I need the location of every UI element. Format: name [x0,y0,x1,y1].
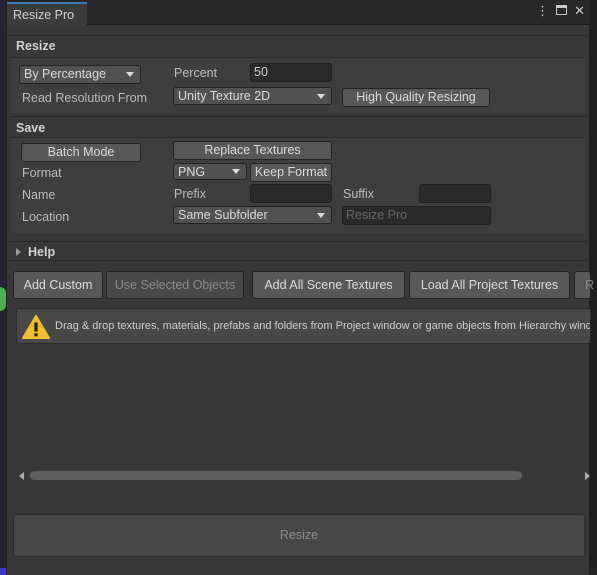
location-dropdown[interactable]: Same Subfolder [173,206,332,224]
chevron-down-icon [317,94,325,99]
read-resolution-label: Read Resolution From [22,91,148,105]
suffix-input[interactable] [419,184,491,203]
help-foldout[interactable]: Help [10,241,588,261]
drag-drop-info-box: Drag & drop textures, materials, prefabs… [16,308,591,344]
tab-bar: Resize Pro ⋮ ✕ [7,0,589,25]
scroll-right-icon[interactable] [585,472,590,480]
prefix-label: Prefix [174,187,206,201]
resize-mode-value: By Percentage [24,67,106,81]
warning-icon [22,315,50,339]
load-all-project-textures-button[interactable]: Load All Project Textures [409,271,570,299]
resize-section-header: Resize [10,36,588,56]
percent-label: Percent [174,66,218,80]
resize-pro-window: Resize Pro ⋮ ✕ Resize By Percentage Perc… [6,0,594,575]
replace-textures-button[interactable]: Replace Textures [173,141,332,160]
resize-mode-dropdown[interactable]: By Percentage [19,65,141,84]
close-icon[interactable]: ✕ [574,4,585,18]
scroll-left-icon[interactable] [19,472,24,480]
location-label: Location [22,210,70,224]
save-section-header: Save [10,118,588,138]
format-value: PNG [178,165,206,179]
horizontal-scrollbar[interactable] [16,469,591,483]
maximize-icon[interactable] [556,4,568,18]
overflow-button[interactable]: R [574,271,594,299]
suffix-label: Suffix [343,187,375,201]
read-resolution-value: Unity Texture 2D [178,89,271,103]
keep-format-button[interactable]: Keep Format [250,163,332,182]
chevron-down-icon [317,213,325,218]
folder-name-input: Resize Pro [342,206,491,225]
resize-button: Resize [13,514,585,557]
window-controls: ⋮ ✕ [536,4,585,18]
use-selected-objects-button: Use Selected Objects [106,271,244,299]
add-all-scene-textures-button[interactable]: Add All Scene Textures [252,271,405,299]
format-label: Format [22,166,62,180]
tab-resize-pro[interactable]: Resize Pro [7,2,87,25]
add-custom-button[interactable]: Add Custom [13,271,103,299]
percent-input[interactable]: 50 [250,63,332,82]
save-section-title: Save [16,121,46,135]
foldout-arrow-icon [16,248,21,256]
kebab-menu-icon[interactable]: ⋮ [536,4,549,18]
read-resolution-dropdown[interactable]: Unity Texture 2D [173,87,332,105]
resize-section-title: Resize [16,39,56,53]
name-label: Name [22,188,56,202]
high-quality-resizing-button[interactable]: High Quality Resizing [342,88,490,107]
chevron-down-icon [232,169,240,174]
scroll-thumb[interactable] [30,471,522,480]
prefix-input[interactable] [250,184,332,203]
format-dropdown[interactable]: PNG [173,163,247,180]
info-message: Drag & drop textures, materials, prefabs… [55,320,591,332]
divider [10,116,588,117]
help-title: Help [28,245,56,259]
batch-mode-button[interactable]: Batch Mode [21,143,141,162]
location-value: Same Subfolder [178,208,268,222]
chevron-down-icon [126,72,134,77]
